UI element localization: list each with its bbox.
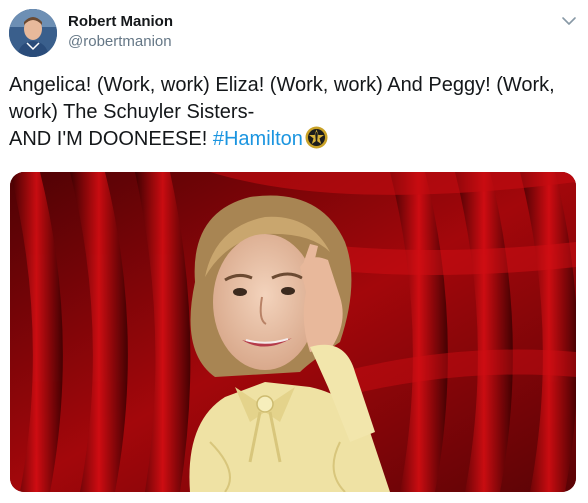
author-handle[interactable]: @robertmanion	[68, 32, 173, 52]
chevron-down-icon	[562, 17, 576, 25]
tweet-text-line2: AND I'M DOONEESE!	[9, 128, 208, 150]
media-image	[10, 172, 576, 492]
tweet-card: Robert Manion @robertmanion Angelica! (W…	[0, 0, 588, 503]
hashtag-link[interactable]: #Hamilton	[213, 128, 303, 150]
tweet-text: Angelica! (Work, work) Eliza! (Work, wor…	[9, 72, 569, 153]
author-block: Robert Manion @robertmanion	[68, 12, 173, 52]
avatar[interactable]	[9, 9, 57, 57]
hamilton-star-icon	[305, 126, 328, 149]
tweet-text-line1: Angelica! (Work, work) Eliza! (Work, wor…	[9, 74, 555, 123]
tweet-media[interactable]	[10, 172, 576, 492]
author-display-name[interactable]: Robert Manion	[68, 12, 173, 32]
tweet-menu-button[interactable]	[560, 12, 578, 30]
avatar-image	[9, 9, 57, 57]
